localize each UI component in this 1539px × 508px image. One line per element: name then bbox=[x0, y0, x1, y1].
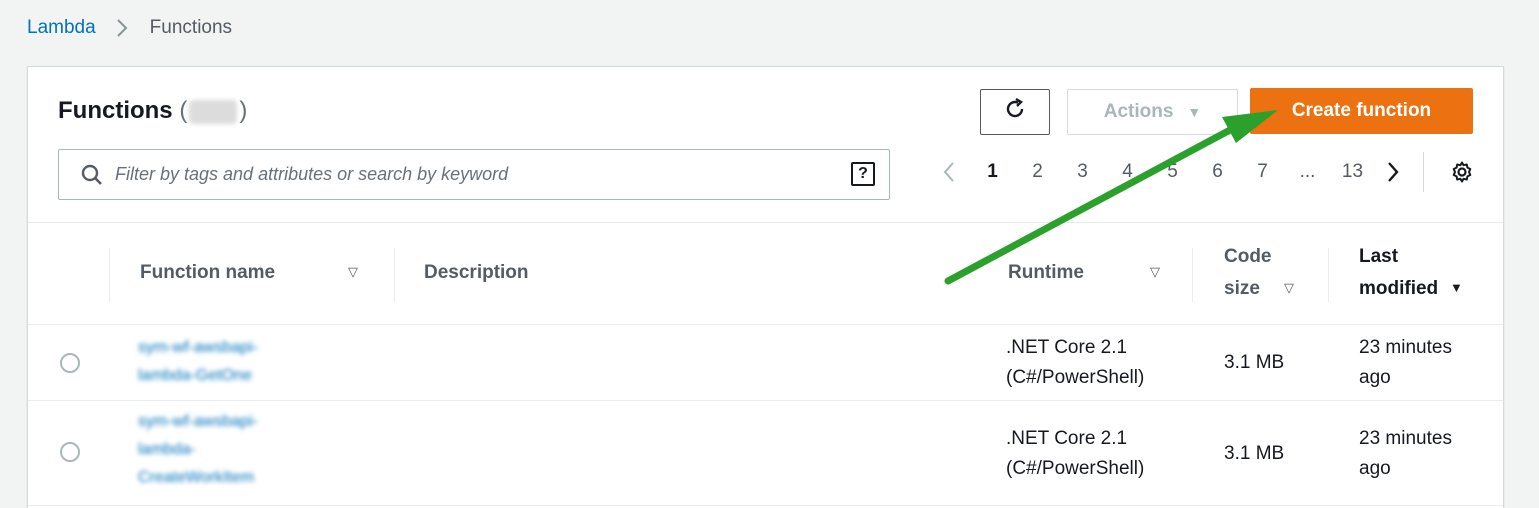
actions-label: Actions bbox=[1103, 101, 1174, 122]
runtime-line: (C#/PowerShell) bbox=[1006, 367, 1145, 388]
code-size-cell: 3.1 MB bbox=[1224, 443, 1285, 464]
code-size-cell: 3.1 MB bbox=[1224, 352, 1285, 373]
column-header-last-modified-line2[interactable]: modified bbox=[1359, 278, 1438, 300]
function-name-line: lambda- bbox=[138, 441, 196, 458]
column-header-code-size-line1[interactable]: Code bbox=[1224, 246, 1272, 268]
page-7[interactable]: 7 bbox=[1240, 161, 1285, 183]
page-2[interactable]: 2 bbox=[1015, 161, 1060, 183]
function-name-line: CreateWorkItem bbox=[138, 469, 255, 486]
search-bar: ? bbox=[58, 149, 890, 200]
modified-line: ago bbox=[1359, 367, 1391, 388]
count-close-paren: ) bbox=[239, 97, 248, 124]
column-separator bbox=[1192, 248, 1193, 302]
function-name-link[interactable]: sym-wf-awsbapi- lambda- CreateWorkItem bbox=[138, 408, 308, 492]
actions-dropdown[interactable]: Actions ▼ bbox=[1067, 89, 1238, 135]
count-open-paren: ( bbox=[179, 97, 188, 124]
sort-icon[interactable]: ▽ bbox=[1150, 264, 1160, 280]
table-header: Function name ▽ Description Runtime ▽ Co… bbox=[28, 224, 1503, 325]
column-separator bbox=[394, 248, 395, 302]
column-header-last-modified-line1[interactable]: Last bbox=[1359, 246, 1398, 268]
function-name-line: sym-wf-awsbapi- bbox=[138, 339, 259, 356]
function-name-line: sym-wf-awsbapi- bbox=[138, 413, 259, 430]
function-name-link[interactable]: sym-wf-awsbapi- lambda-GetOne bbox=[138, 334, 308, 390]
search-input[interactable] bbox=[115, 164, 835, 185]
column-header-function-name[interactable]: Function name bbox=[140, 262, 275, 284]
row-select-radio[interactable] bbox=[60, 353, 80, 373]
chevron-right-icon bbox=[116, 18, 128, 38]
refresh-icon bbox=[1003, 97, 1027, 127]
page-3[interactable]: 3 bbox=[1060, 161, 1105, 183]
column-header-code-size-line2[interactable]: size bbox=[1224, 278, 1260, 300]
page-5[interactable]: 5 bbox=[1150, 161, 1195, 183]
sort-icon[interactable]: ▽ bbox=[348, 264, 358, 280]
pagination-divider bbox=[1423, 152, 1424, 192]
functions-panel: Functions () Actions ▼ Create function ?… bbox=[27, 66, 1504, 508]
page-13[interactable]: 13 bbox=[1330, 161, 1375, 183]
breadcrumb-lambda-link[interactable]: Lambda bbox=[27, 17, 96, 39]
modified-line: 23 minutes bbox=[1359, 337, 1452, 358]
modified-line: 23 minutes bbox=[1359, 428, 1452, 449]
page-6[interactable]: 6 bbox=[1195, 161, 1240, 183]
column-header-runtime[interactable]: Runtime bbox=[1008, 262, 1084, 284]
sort-icon[interactable]: ▽ bbox=[1284, 280, 1294, 296]
gear-icon[interactable] bbox=[1450, 160, 1474, 184]
page-title: Functions () bbox=[58, 97, 247, 125]
help-icon[interactable]: ? bbox=[851, 162, 875, 186]
runtime-cell: .NET Core 2.1 (C#/PowerShell) bbox=[1006, 424, 1144, 484]
runtime-line: .NET Core 2.1 bbox=[1006, 428, 1128, 449]
chevron-left-icon[interactable] bbox=[928, 161, 970, 183]
function-count-redacted bbox=[189, 99, 238, 124]
search-icon bbox=[81, 164, 103, 186]
sort-desc-icon[interactable]: ▼ bbox=[1450, 280, 1463, 295]
table-row[interactable]: sym-wf-awsbapi- lambda- CreateWorkItem .… bbox=[28, 402, 1503, 506]
refresh-button[interactable] bbox=[980, 89, 1050, 135]
column-separator bbox=[109, 248, 110, 302]
page-ellipsis: ... bbox=[1299, 161, 1316, 182]
caret-down-icon: ▼ bbox=[1187, 104, 1202, 120]
breadcrumb-current: Functions bbox=[149, 17, 233, 38]
last-modified-cell: 23 minutes ago bbox=[1359, 424, 1452, 484]
pagination: 1 2 3 4 5 6 7 ... 13 bbox=[928, 152, 1474, 192]
runtime-line: (C#/PowerShell) bbox=[1006, 458, 1145, 479]
breadcrumb: Lambda Functions bbox=[27, 17, 232, 39]
table-row[interactable]: sym-wf-awsbapi- lambda-GetOne .NET Core … bbox=[28, 326, 1503, 401]
column-header-description[interactable]: Description bbox=[424, 262, 529, 284]
panel-header: Functions () Actions ▼ Create function ?… bbox=[28, 67, 1503, 223]
runtime-cell: .NET Core 2.1 (C#/PowerShell) bbox=[1006, 333, 1144, 393]
last-modified-cell: 23 minutes ago bbox=[1359, 333, 1452, 393]
row-select-radio[interactable] bbox=[60, 442, 80, 462]
column-separator bbox=[1328, 248, 1329, 302]
page-1[interactable]: 1 bbox=[970, 161, 1015, 183]
create-function-button[interactable]: Create function bbox=[1250, 88, 1473, 134]
page-4[interactable]: 4 bbox=[1105, 161, 1150, 183]
page-title-text: Functions bbox=[58, 97, 173, 124]
function-name-line: lambda-GetOne bbox=[138, 367, 252, 384]
chevron-right-icon[interactable] bbox=[1375, 161, 1411, 183]
modified-line: ago bbox=[1359, 458, 1391, 479]
runtime-line: .NET Core 2.1 bbox=[1006, 337, 1128, 358]
